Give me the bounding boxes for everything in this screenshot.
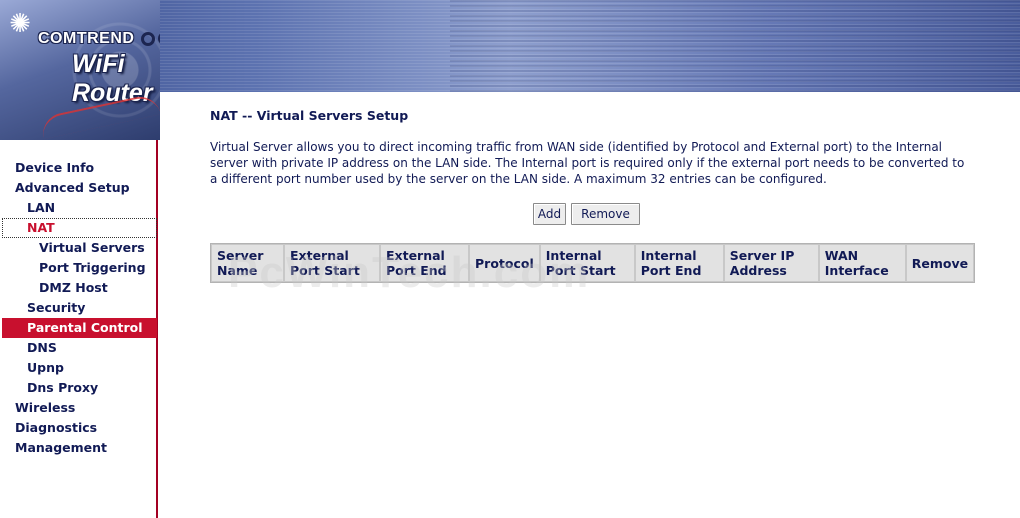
column-header-external-port-start: External Port Start [284, 244, 380, 282]
sidebar-item-dmz-host[interactable]: DMZ Host [2, 278, 157, 298]
column-header-internal-port-end: Internal Port End [634, 244, 724, 282]
sidebar: Device Info Advanced Setup LAN NAT Virtu… [0, 140, 158, 518]
page-description: Virtual Server allows you to direct inco… [210, 140, 965, 186]
table-header-row: Server Name External Port Start External… [211, 244, 975, 282]
column-header-protocol: Protocol [469, 244, 540, 282]
sidebar-item-parental-control[interactable]: Parental Control [2, 318, 157, 338]
sidebar-item-diagnostics[interactable]: Diagnostics [2, 418, 157, 438]
brand-name: COMTREND [38, 30, 135, 47]
add-button[interactable]: Add [533, 203, 566, 225]
banner-decoration [450, 0, 1020, 92]
sidebar-item-advanced-setup[interactable]: Advanced Setup [2, 178, 157, 198]
column-header-external-port-end: External Port End [380, 244, 469, 282]
logo-panel: ✺ COMTREND WiFi Router [0, 0, 160, 140]
sidebar-item-lan[interactable]: LAN [2, 198, 157, 218]
sidebar-item-nat[interactable]: NAT [2, 218, 157, 238]
column-header-internal-port-start: Internal Port Start [539, 244, 635, 282]
brand-dots [141, 32, 160, 46]
remove-button[interactable]: Remove [571, 203, 640, 225]
column-header-remove: Remove [905, 244, 975, 282]
column-header-wan-interface: WAN Interface [818, 244, 906, 282]
sidebar-item-management[interactable]: Management [2, 438, 157, 458]
sidebar-item-security[interactable]: Security [2, 298, 157, 318]
sidebar-menu: Device Info Advanced Setup LAN NAT Virtu… [2, 158, 157, 458]
sidebar-item-virtual-servers[interactable]: Virtual Servers [2, 238, 157, 258]
column-header-server-name: Server Name [211, 244, 284, 282]
sidebar-item-upnp[interactable]: Upnp [2, 358, 157, 378]
sidebar-item-dns[interactable]: DNS [2, 338, 157, 358]
sidebar-item-port-triggering[interactable]: Port Triggering [2, 258, 157, 278]
page-title: NAT -- Virtual Servers Setup [210, 108, 409, 123]
main-content: NAT -- Virtual Servers Setup Virtual Ser… [160, 92, 1020, 518]
sidebar-item-device-info[interactable]: Device Info [2, 158, 157, 178]
sun-burst-icon: ✺ [9, 9, 31, 39]
virtual-servers-table: Server Name External Port Start External… [210, 243, 976, 283]
sidebar-item-dns-proxy[interactable]: Dns Proxy [2, 378, 157, 398]
column-header-server-ip-address: Server IP Address [723, 244, 819, 282]
sidebar-item-wireless[interactable]: Wireless [2, 398, 157, 418]
